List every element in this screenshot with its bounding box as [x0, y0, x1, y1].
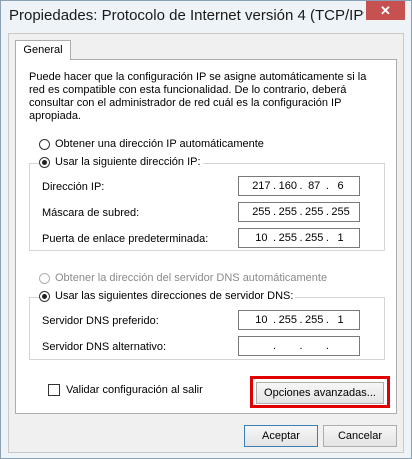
alternate-dns-label: Servidor DNS alternativo:	[42, 341, 167, 353]
mask-octet-3: 255	[305, 206, 324, 218]
ip-octet-3: 87	[308, 180, 321, 192]
ip-address-label: Dirección IP:	[42, 181, 105, 193]
ip-auto-option[interactable]: Obtener una dirección IP automáticamente	[39, 138, 264, 150]
pdns-octet-3: 255	[305, 314, 324, 326]
preferred-dns-label: Servidor DNS preferido:	[42, 315, 159, 327]
gateway-octet-3: 255	[305, 232, 324, 244]
close-icon: ✕	[380, 3, 391, 18]
dns-auto-label: Obtener la dirección del servidor DNS au…	[55, 272, 328, 284]
subnet-mask-input[interactable]: 255. 255. 255. 255	[238, 202, 360, 222]
dns-auto-option: Obtener la dirección del servidor DNS au…	[39, 272, 327, 284]
dialog-window: Propiedades: Protocolo de Internet versi…	[0, 0, 412, 459]
ip-manual-radio[interactable]	[39, 156, 50, 168]
pdns-octet-1: 10	[255, 314, 268, 326]
gateway-input[interactable]: 10. 255. 255. 1	[238, 228, 360, 248]
dns-auto-radio	[39, 272, 50, 284]
description-text: Puede hacer que la configuración IP se a…	[29, 71, 367, 122]
ok-button[interactable]: Aceptar	[244, 425, 318, 447]
gateway-octet-4: 1	[337, 232, 344, 244]
mask-octet-2: 255	[278, 206, 297, 218]
pdns-octet-2: 255	[278, 314, 297, 326]
mask-octet-4: 255	[331, 206, 350, 218]
dns-manual-option[interactable]: Usar las siguientes direcciones de servi…	[39, 290, 296, 302]
ip-octet-2: 160	[278, 180, 297, 192]
mask-octet-1: 255	[252, 206, 271, 218]
dns-manual-radio[interactable]	[39, 290, 50, 302]
dialog-client-area: General Puede hacer que la configuración…	[8, 33, 404, 453]
ip-octet-1: 217	[252, 180, 271, 192]
validate-checkbox[interactable]	[48, 384, 60, 396]
tab-general[interactable]: General	[15, 40, 71, 60]
ip-manual-option[interactable]: Usar la siguiente dirección IP:	[39, 156, 203, 168]
close-button[interactable]: ✕	[366, 1, 405, 20]
gateway-label: Puerta de enlace predeterminada:	[42, 233, 209, 245]
cancel-button[interactable]: Cancelar	[323, 425, 397, 447]
gateway-octet-2: 255	[278, 232, 297, 244]
ip-auto-label: Obtener una dirección IP automáticamente	[55, 138, 264, 150]
validate-label: Validar configuración al salir	[66, 384, 203, 396]
window-title: Propiedades: Protocolo de Internet versi…	[9, 7, 364, 24]
gateway-octet-1: 10	[255, 232, 268, 244]
subnet-mask-label: Máscara de subred:	[42, 207, 140, 219]
advanced-options-button[interactable]: Opciones avanzadas...	[256, 382, 384, 404]
dns-manual-label: Usar las siguientes direcciones de servi…	[55, 290, 294, 302]
ip-octet-4: 6	[337, 180, 344, 192]
general-tab-panel: Puede hacer que la configuración IP se a…	[15, 59, 397, 414]
alternate-dns-input[interactable]: . . .	[238, 336, 360, 356]
ip-manual-label: Usar la siguiente dirección IP:	[55, 156, 201, 168]
pdns-octet-4: 1	[337, 314, 344, 326]
title-bar[interactable]: Propiedades: Protocolo de Internet versi…	[1, 1, 411, 33]
ip-auto-radio[interactable]	[39, 138, 50, 150]
preferred-dns-input[interactable]: 10. 255. 255. 1	[238, 310, 360, 330]
ip-address-input[interactable]: 217. 160. 87. 6	[238, 176, 360, 196]
